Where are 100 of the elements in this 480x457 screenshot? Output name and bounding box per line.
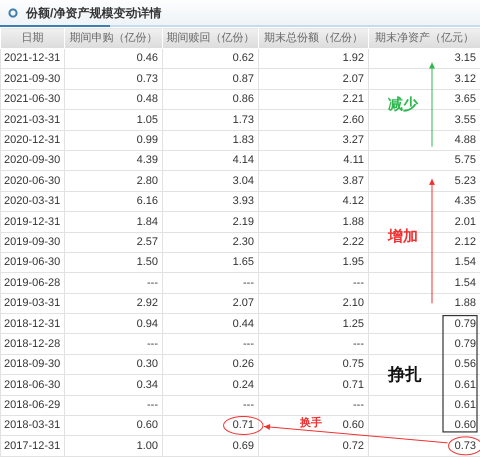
table-cell: 0.75: [342, 358, 364, 370]
table-cell: 4.14: [232, 154, 254, 166]
table-cell: 2.19: [232, 216, 254, 228]
highlight-ellipse: [223, 416, 264, 435]
table-cell: 0.44: [232, 318, 254, 330]
table-cell: 2018-09-30: [4, 358, 60, 370]
table-cell: 2020-06-30: [4, 174, 60, 187]
table-cell: 1.50: [136, 256, 158, 268]
table-cell: 0.26: [232, 358, 254, 370]
table-cell: 0.24: [232, 378, 254, 391]
table-cell: 2.12: [454, 236, 476, 248]
table-cell: ---: [353, 399, 364, 412]
table-cell: 0.71: [342, 378, 364, 391]
table-cell: 2021-03-31: [4, 114, 60, 126]
table-cell: 0.62: [232, 52, 254, 64]
table-cell: 2.92: [136, 297, 158, 310]
table-cell: 0.94: [136, 318, 158, 330]
table-cell: 2018-06-29: [4, 399, 60, 412]
table-cell: 2.07: [342, 72, 364, 85]
table-cell: 4.12: [342, 195, 364, 208]
table-cell: 2019-09-30: [4, 236, 60, 248]
table-cell: 4.11: [343, 154, 364, 166]
table-cell: 2019-06-28: [4, 276, 60, 289]
table-cell: 2019-06-30: [4, 256, 60, 268]
table-cell: 1.83: [232, 134, 254, 146]
table-cell: ---: [353, 276, 364, 289]
table-cell: 1.65: [232, 256, 254, 268]
bullet-icon: [8, 8, 18, 18]
table-cell: 1.00: [136, 440, 158, 452]
annotation-label: 换手: [300, 418, 322, 430]
column-header: 期末净资产（亿元）: [368, 28, 480, 48]
table-cell: 0.60: [136, 419, 158, 432]
table-cell: 0.79: [454, 338, 476, 350]
table-cell: 1.54: [454, 276, 476, 289]
table-cell: 2021-06-30: [4, 93, 60, 106]
table-cell: 2.10: [342, 297, 364, 310]
table-cell: ---: [243, 276, 254, 289]
table-cell: 0.56: [454, 358, 476, 370]
table-cell: 2.80: [136, 174, 158, 187]
column-header: 日期: [0, 28, 64, 48]
table-cell: 4.39: [136, 154, 158, 166]
panel-title: 份额/净资产规模变动详情: [26, 4, 162, 22]
table-cell: 3.87: [342, 174, 364, 187]
table-cell: 2018-12-28: [4, 338, 60, 350]
table-cell: 2020-03-31: [4, 195, 60, 208]
table-cell: 3.27: [342, 134, 364, 146]
table-cell: 2.60: [342, 114, 364, 126]
table-cell: 3.12: [454, 72, 476, 85]
table-cell: 3.15: [454, 52, 476, 64]
table-cell: ---: [243, 399, 254, 412]
annotation-label: 挣扎: [388, 366, 422, 383]
table-cell: 2018-03-31: [4, 419, 60, 432]
table-cell: 2019-03-31: [4, 297, 60, 310]
table-cell: 2019-12-31: [4, 216, 60, 228]
table-cell: 0.60: [342, 419, 364, 432]
column-header: 期末总份额（亿份）: [258, 28, 368, 48]
table-cell: 0.86: [232, 93, 254, 106]
table-cell: 4.88: [454, 134, 476, 146]
table-cell: ---: [147, 399, 158, 412]
table-cell: 0.73: [136, 72, 158, 85]
table-cell: 0.79: [454, 318, 476, 330]
table-cell: 1.84: [136, 216, 158, 228]
table-cell: 1.95: [342, 256, 364, 268]
table-cell: 0.60: [454, 419, 476, 432]
table-cell: 0.34: [136, 378, 158, 391]
table-cell: 2018-06-30: [4, 378, 60, 391]
table-cell: 0.46: [136, 52, 158, 64]
table-cell: 0.61: [454, 378, 476, 391]
table-cell: 4.35: [454, 195, 476, 208]
table-cell: ---: [353, 338, 364, 350]
table-cell: 2021-12-31: [4, 52, 60, 64]
table-cell: 0.99: [136, 134, 158, 146]
table-cell: 2017-12-31: [4, 440, 60, 452]
table-cell: 0.72: [342, 440, 364, 452]
table-cell: 1.92: [342, 52, 364, 64]
table-cell: 5.75: [454, 154, 476, 166]
table-cell: 2.57: [136, 236, 158, 248]
table-cell: ---: [243, 338, 254, 350]
table-cell: 0.69: [232, 440, 254, 452]
table-cell: 1.54: [454, 256, 476, 268]
table-cell: 2020-09-30: [4, 154, 60, 166]
table-cell: 0.30: [136, 358, 158, 370]
table-cell: 2.01: [454, 216, 476, 228]
table-cell: 0.71: [232, 419, 254, 432]
table-cell: 2021-09-30: [4, 72, 60, 85]
table-cell: ---: [147, 276, 158, 289]
table-cell: 1.88: [454, 297, 476, 310]
table-cell: 3.65: [454, 93, 476, 106]
table-cell: 5.23: [454, 174, 476, 187]
table-cell: ---: [147, 338, 158, 350]
table-cell: 1.25: [342, 318, 364, 330]
table-cell: 0.48: [136, 93, 158, 106]
table-cell: 2020-12-31: [4, 134, 60, 146]
table-cell: 2018-12-31: [4, 318, 60, 330]
table-cell: 2.30: [232, 236, 254, 248]
table-cell: 2.22: [342, 236, 364, 248]
table-cell: 0.87: [232, 72, 254, 85]
table-cell: 1.05: [136, 114, 158, 126]
column-header: 期间申购（亿份）: [64, 28, 162, 48]
table-cell: 0.73: [454, 440, 476, 452]
